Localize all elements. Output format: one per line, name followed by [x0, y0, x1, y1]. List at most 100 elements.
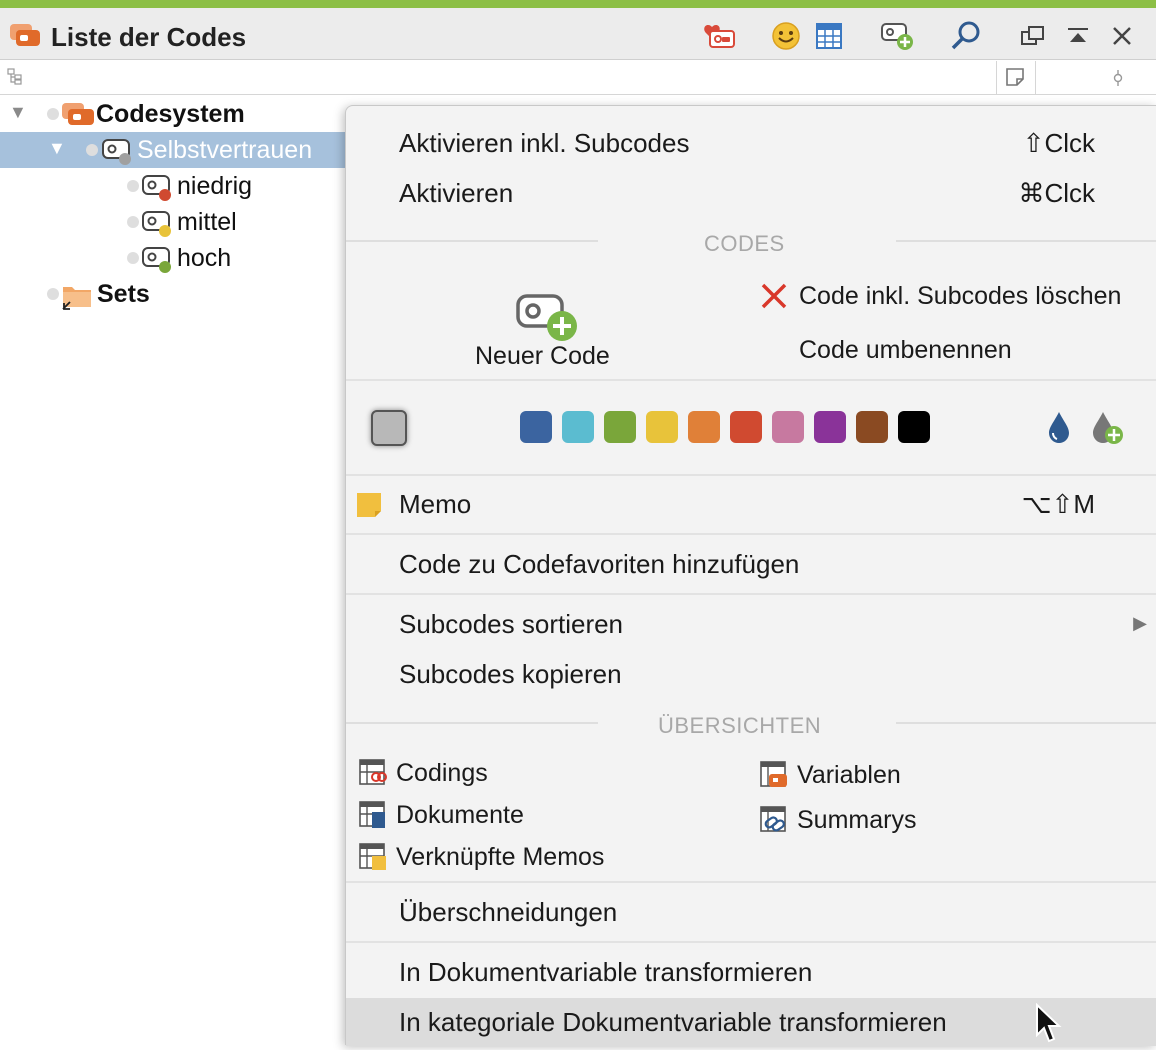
menu-memo[interactable]: Memo ⌥⇧M	[346, 480, 1156, 528]
section-label-codes: CODES	[704, 231, 785, 256]
code-context-menu: Aktivieren inkl. Subcodes ⇧Clck Aktivier…	[345, 105, 1156, 1046]
tree-item-codesystem[interactable]: ▼ Codesystem	[0, 96, 345, 132]
menu-shortcut: ⇧Clck	[1022, 128, 1095, 158]
section-divider	[346, 240, 598, 242]
delete-code-button[interactable]: Code inkl. Subcodes löschen	[756, 276, 1156, 316]
codings-table-icon	[359, 759, 387, 785]
menu-item-label: Überschneidungen	[399, 897, 618, 927]
menu-separator	[346, 881, 1156, 883]
color-swatch-cyan[interactable]	[562, 411, 594, 443]
tree-item-selbstvertrauen[interactable]: ▼ Selbstvertrauen	[0, 132, 345, 168]
overview-label: Verknüpfte Memos	[396, 842, 605, 871]
activation-dot[interactable]	[86, 144, 98, 156]
code-icon	[101, 138, 137, 171]
tree-item-sets[interactable]: Sets	[0, 276, 345, 312]
menu-item-label: Subcodes sortieren	[399, 609, 624, 639]
tree-item-mittel[interactable]: mittel	[0, 204, 345, 240]
code-activation-icon[interactable]	[698, 16, 738, 56]
menu-shortcut: ⌥⇧M	[1021, 489, 1095, 519]
emoticon-icon[interactable]	[766, 16, 806, 56]
overview-label: Codings	[396, 758, 488, 787]
section-divider	[346, 722, 598, 724]
menu-item-label: Memo	[399, 489, 472, 519]
overview-summarys[interactable]: Summarys	[759, 801, 916, 839]
memo-icon	[355, 491, 383, 524]
undock-icon[interactable]	[1013, 16, 1053, 56]
codesystem-icon	[60, 101, 96, 132]
window-accent-bar	[0, 0, 1156, 8]
overview-variablen[interactable]: Variablen	[759, 756, 901, 794]
current-color-swatch[interactable]	[371, 410, 407, 446]
color-swatch-black[interactable]	[898, 411, 930, 443]
memo-column-icon[interactable]	[1005, 67, 1025, 92]
new-code-icon[interactable]	[878, 16, 918, 56]
documents-table-icon	[359, 801, 385, 828]
menu-separator	[346, 474, 1156, 476]
tree-item-label: Sets	[97, 280, 150, 308]
overview-dokumente[interactable]: Dokumente	[358, 796, 524, 834]
table-icon[interactable]	[809, 16, 849, 56]
menu-separator	[346, 593, 1156, 595]
codesystem-icon	[8, 22, 42, 53]
activation-dot[interactable]	[127, 216, 139, 228]
tree-item-hoch[interactable]: hoch	[0, 240, 345, 276]
menu-activate[interactable]: Aktivieren ⌘Clck	[346, 169, 1156, 217]
search-icon[interactable]	[946, 16, 986, 56]
color-drop-icon[interactable]	[1046, 410, 1072, 449]
activation-dot[interactable]	[127, 252, 139, 264]
activation-dot[interactable]	[127, 180, 139, 192]
new-code-icon	[514, 286, 582, 347]
submenu-arrow-icon: ▶	[1133, 613, 1147, 633]
overview-label: Variablen	[797, 760, 901, 789]
menu-sort-subcodes[interactable]: Subcodes sortieren ▶	[346, 600, 1156, 648]
rename-code-label: Code umbenennen	[799, 336, 1012, 364]
overview-label: Dokumente	[396, 800, 524, 829]
color-swatch-green[interactable]	[604, 411, 636, 443]
tree-item-niedrig[interactable]: niedrig	[0, 168, 345, 204]
close-icon[interactable]	[1102, 16, 1142, 56]
column-header-bar	[0, 61, 1156, 95]
chevron-down-icon[interactable]: ▼	[48, 138, 66, 159]
delete-code-label: Code inkl. Subcodes löschen	[799, 282, 1122, 310]
menu-transform-doc-variable[interactable]: In Dokumentvariable transformieren	[346, 948, 1156, 996]
overview-linked-memos[interactable]: Verknüpfte Memos	[358, 838, 604, 876]
delete-x-icon	[760, 282, 788, 315]
menu-copy-subcodes[interactable]: Subcodes kopieren	[346, 650, 1156, 698]
color-swatch-purple[interactable]	[814, 411, 846, 443]
new-code-button[interactable]: Neuer Code	[456, 278, 636, 378]
code-icon	[141, 246, 177, 279]
overview-codings[interactable]: Codings	[358, 754, 488, 792]
variables-table-icon	[760, 761, 787, 787]
code-icon	[141, 174, 177, 207]
tree-structure-icon[interactable]	[7, 68, 23, 91]
color-swatch-brown[interactable]	[856, 411, 888, 443]
color-swatch-blue[interactable]	[520, 411, 552, 443]
collapse-up-icon[interactable]	[1058, 16, 1098, 56]
menu-activate-with-subcodes[interactable]: Aktivieren inkl. Subcodes ⇧Clck	[346, 119, 1156, 167]
sets-folder-icon	[60, 281, 94, 316]
tree-item-label: Codesystem	[96, 100, 245, 128]
window-title: Liste der Codes	[51, 22, 247, 52]
color-swatch-orange[interactable]	[688, 411, 720, 443]
activation-dot[interactable]	[47, 108, 59, 120]
color-swatch-red[interactable]	[730, 411, 762, 443]
menu-item-label: In Dokumentvariable transformieren	[399, 957, 813, 987]
overview-label: Summarys	[797, 805, 917, 834]
section-divider	[896, 722, 1156, 724]
chevron-down-icon[interactable]: ▼	[9, 102, 27, 123]
tree-item-label: niedrig	[177, 172, 253, 200]
menu-add-to-favorites[interactable]: Code zu Codefavoriten hinzufügen	[346, 540, 1156, 588]
new-code-label: Neuer Code	[475, 342, 610, 370]
color-swatch-yellow[interactable]	[646, 411, 678, 443]
mouse-cursor-icon	[1034, 1002, 1062, 1050]
memos-table-icon	[359, 843, 386, 870]
rename-code-button[interactable]: Code umbenennen	[756, 330, 1156, 370]
menu-item-label: Subcodes kopieren	[399, 659, 622, 689]
menu-item-label: Aktivieren inkl. Subcodes	[399, 128, 690, 158]
activation-dot[interactable]	[47, 288, 59, 300]
menu-item-label: In kategoriale Dokumentvariable transfor…	[399, 1007, 947, 1037]
color-swatch-pink[interactable]	[772, 411, 804, 443]
sort-column-icon[interactable]	[1112, 69, 1124, 92]
menu-intersections[interactable]: Überschneidungen	[346, 888, 1156, 936]
add-color-icon[interactable]	[1091, 410, 1125, 451]
